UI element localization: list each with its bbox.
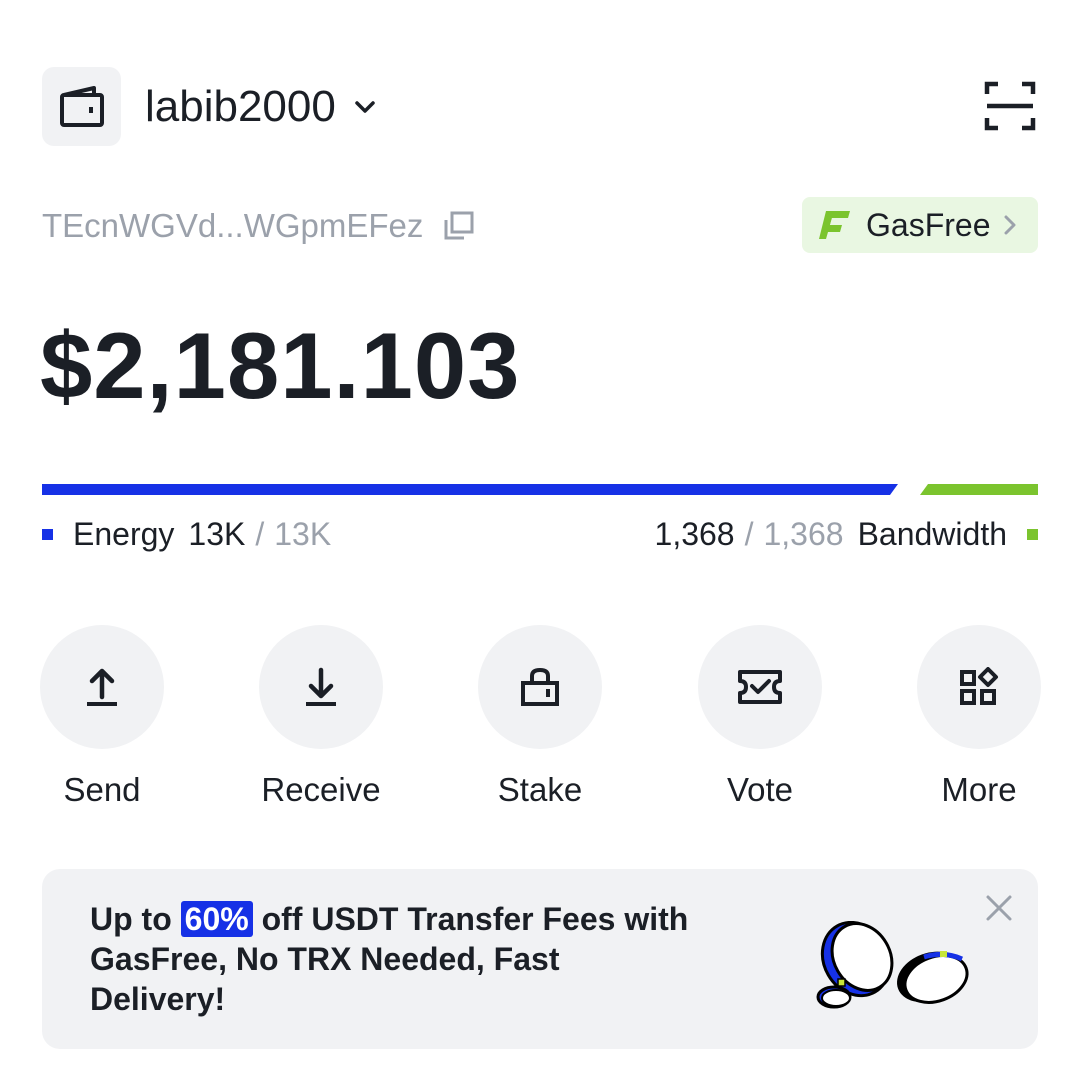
bandwidth-legend-marker — [1027, 528, 1038, 540]
ticket-check-icon — [737, 669, 783, 705]
promo-text: Up to 60% off USDT Transfer Fees with Ga… — [90, 899, 690, 1019]
bandwidth-current: 1,368 — [654, 515, 735, 552]
wallet-icon-button[interactable] — [42, 67, 121, 146]
bandwidth-bar — [920, 484, 1038, 495]
chevron-down-icon — [354, 100, 376, 114]
bandwidth-separator: / — [744, 515, 754, 552]
gasfree-label: GasFree — [866, 206, 991, 243]
gasfree-logo-icon — [818, 209, 852, 241]
more-label: More — [941, 771, 1017, 808]
wallet-address: TEcnWGVd...WGpmEFez — [42, 207, 424, 244]
energy-current: 13K — [188, 515, 246, 552]
coins-illustration — [814, 920, 974, 1021]
vote-label: Vote — [726, 771, 794, 808]
total-balance: $2,181.103 — [40, 313, 521, 418]
send-label: Send — [63, 771, 141, 808]
grid-icon — [959, 667, 999, 707]
more-button[interactable]: More — [917, 625, 1041, 809]
energy-bar — [42, 484, 898, 495]
lock-icon — [520, 667, 560, 707]
address-row: TEcnWGVd...WGpmEFez — [42, 203, 475, 249]
vote-button[interactable]: Vote — [698, 625, 822, 809]
bandwidth-max: 1,368 — [763, 515, 844, 552]
scan-icon[interactable] — [984, 80, 1036, 132]
account-switcher[interactable]: labib2000 — [145, 82, 376, 132]
promo-banner[interactable]: Up to 60% off USDT Transfer Fees with Ga… — [42, 869, 1038, 1049]
account-name: labib2000 — [145, 82, 336, 131]
copy-icon[interactable] — [443, 211, 475, 241]
download-icon — [304, 667, 338, 707]
energy-max: 13K — [274, 515, 332, 552]
promo-highlight-badge: 60% — [180, 901, 253, 937]
energy-legend-marker — [42, 528, 53, 540]
promo-text-before: Up to — [90, 901, 172, 937]
receive-button[interactable]: Receive — [259, 625, 383, 809]
bandwidth-label: Bandwidth — [857, 515, 1007, 552]
receive-label: Receive — [261, 771, 381, 808]
send-button[interactable]: Send — [40, 625, 164, 809]
energy-separator: / — [255, 515, 265, 552]
energy-stats: Energy 13K / 13K — [42, 512, 331, 556]
close-icon[interactable] — [984, 893, 1014, 923]
stake-button[interactable]: Stake — [478, 625, 602, 809]
bandwidth-stats: 1,368 / 1,368 Bandwidth — [655, 512, 1038, 556]
wallet-icon — [58, 85, 106, 129]
energy-label: Energy — [73, 515, 175, 552]
stake-label: Stake — [497, 771, 583, 808]
chevron-right-icon — [1004, 215, 1016, 235]
promo-text-after: off USDT Transfer Fees with GasFree, No … — [90, 901, 689, 1017]
gasfree-button[interactable]: GasFree — [802, 197, 1038, 253]
upload-icon — [85, 667, 119, 707]
